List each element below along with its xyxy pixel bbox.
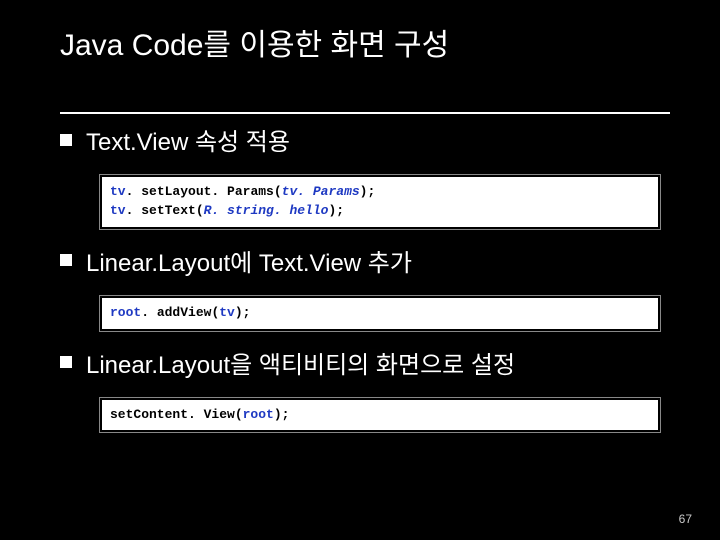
bullet-1: Text.View 속성 적용 <box>60 122 670 157</box>
code-token: ); <box>235 305 251 320</box>
bullet-text: Linear.Layout에 Text.View 추가 <box>86 243 412 278</box>
code-box-2: root. addView(tv); <box>100 296 660 331</box>
code-box-3: setContent. View(root); <box>100 398 660 433</box>
bullet-text: Text.View 속성 적용 <box>86 122 290 157</box>
slide: Java Code를 이용한 화면 구성 Text.View 속성 적용 tv.… <box>0 0 720 432</box>
bullet-square-icon <box>60 356 72 368</box>
page-number: 67 <box>679 512 692 526</box>
code-token: tv <box>110 203 126 218</box>
code-token: ); <box>274 407 290 422</box>
code-token: tv <box>110 184 126 199</box>
code-line: root. addView(tv); <box>110 304 650 323</box>
title-underline <box>60 112 670 114</box>
bullet-block-1: Text.View 속성 적용 tv. setLayout. Params(tv… <box>60 122 670 229</box>
bullet-square-icon <box>60 134 72 146</box>
code-token: ); <box>328 203 344 218</box>
code-token: . add <box>141 305 180 320</box>
bullet-2: Linear.Layout에 Text.View 추가 <box>60 243 670 278</box>
bullet-block-2: Linear.Layout에 Text.View 추가 root. addVie… <box>60 243 670 331</box>
code-token: . set <box>126 203 165 218</box>
code-token: set <box>110 407 133 422</box>
bullet-square-icon <box>60 254 72 266</box>
code-token: tv <box>219 305 235 320</box>
code-line: tv. setText(R. string. hello); <box>110 202 650 221</box>
bullet-text: Linear.Layout을 액티비티의 화면으로 설정 <box>86 345 515 380</box>
code-token: . set <box>126 184 165 199</box>
code-box-1: tv. setLayout. Params(tv. Params); tv. s… <box>100 175 660 229</box>
code-token: Text( <box>165 203 204 218</box>
slide-title: Java Code를 이용한 화면 구성 <box>60 20 670 72</box>
code-token: Content. View( <box>133 407 242 422</box>
title-block: Java Code를 이용한 화면 구성 <box>60 20 670 122</box>
code-line: tv. setLayout. Params(tv. Params); <box>110 183 650 202</box>
bullet-block-3: Linear.Layout을 액티비티의 화면으로 설정 setContent.… <box>60 345 670 433</box>
code-token: View( <box>180 305 219 320</box>
code-token: Layout. Params( <box>165 184 282 199</box>
code-token: R. string. hello <box>204 203 329 218</box>
code-token: root <box>243 407 274 422</box>
bullet-3: Linear.Layout을 액티비티의 화면으로 설정 <box>60 345 670 380</box>
code-token: ); <box>360 184 376 199</box>
code-line: setContent. View(root); <box>110 406 650 425</box>
code-token: tv. Params <box>282 184 360 199</box>
code-token: root <box>110 305 141 320</box>
